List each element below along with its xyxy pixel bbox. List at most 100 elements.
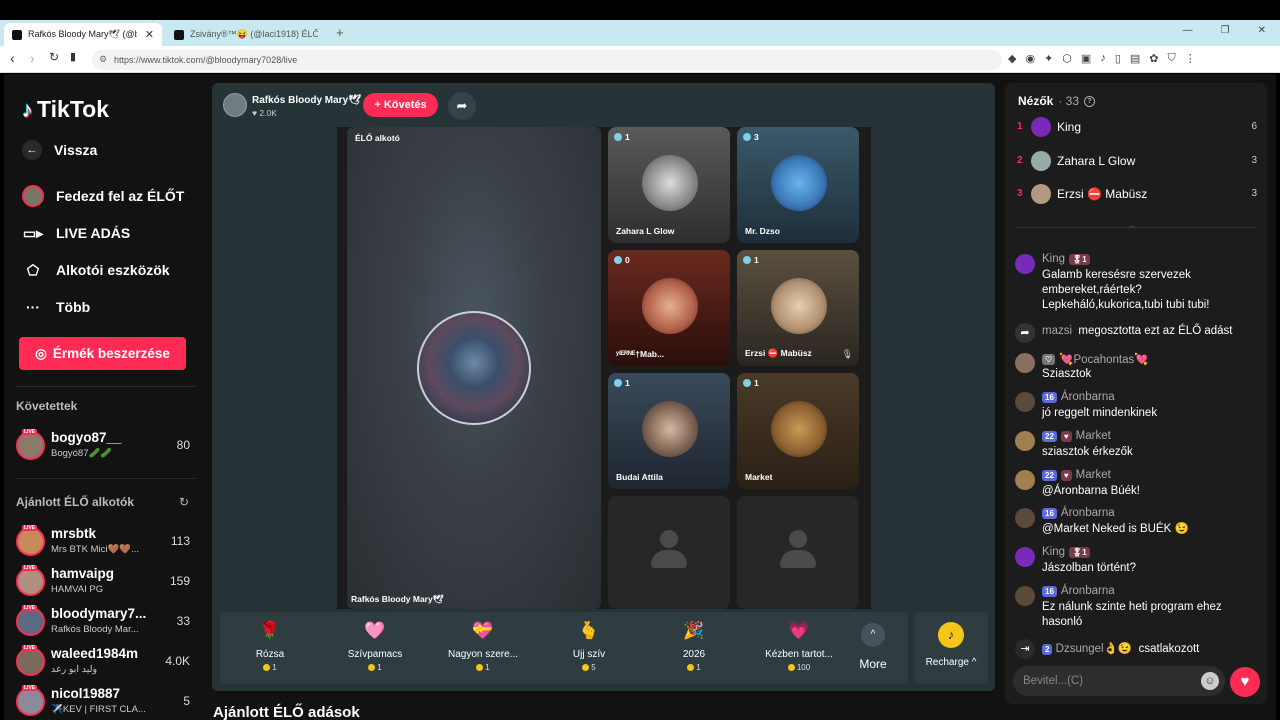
bookmark-icon[interactable]: ▮ — [70, 50, 76, 63]
nav-creator-tools[interactable]: ⬠ Alkotói eszközök — [22, 259, 170, 281]
sidebar-toggle-icon[interactable]: ▯ — [1115, 52, 1121, 65]
chat-username[interactable]: Áronbarna — [1061, 507, 1115, 519]
close-tab-icon[interactable]: ✕ — [145, 28, 154, 41]
browser-tab[interactable]: Zsivány®™😝 (@laci1918) ÉLŐ adás — [166, 23, 326, 46]
gift-price: 1 — [433, 663, 533, 672]
recommended-account[interactable]: LIVE bloodymary7... Rafkós Bloody Mar...… — [16, 605, 196, 639]
back-arrow-icon[interactable]: ‹ — [10, 50, 15, 66]
recharge-button[interactable]: ♪ Recharge ^ — [914, 612, 988, 684]
extension-icon[interactable]: ✦ — [1044, 52, 1053, 65]
chat-input-placeholder: Bevitel...(C) — [1023, 675, 1084, 687]
finger-heart-gift-icon: 🫰 — [578, 621, 600, 640]
avatar[interactable] — [1015, 353, 1035, 373]
recommended-account[interactable]: LIVE mrsbtk Mrs BTK Mici🤎🤎... 113 — [16, 525, 196, 559]
extension-icon[interactable]: ◉ — [1025, 52, 1035, 65]
guest-tile[interactable]: 0 ʸᴵᴱᴿᴺᴱ†Mab... — [608, 250, 730, 366]
guest-tile[interactable]: 1 Budai Attila — [608, 373, 730, 489]
chevron-down-icon[interactable]: ⌄ — [1128, 220, 1136, 231]
top-viewer-row[interactable]: 3 Erzsi ⛔ Mabüsz 3 — [1017, 182, 1257, 208]
gift-item[interactable]: 🎉 2026 1 — [644, 618, 744, 672]
minimize-icon[interactable]: — — [1183, 25, 1193, 36]
gift-item[interactable]: 🫰 Ujj szív 5 — [539, 618, 639, 672]
follow-button[interactable]: + Követés — [363, 93, 438, 117]
viewer-badge: 1 — [743, 378, 759, 388]
avatar[interactable] — [1015, 431, 1035, 451]
guest-tile[interactable]: 1 Erzsi ⛔ Mabüsz 🎙 — [737, 250, 859, 366]
recommended-account[interactable]: LIVE waleed1984m وليد ابو رعد 4.0K — [16, 645, 196, 679]
share-icon[interactable]: ➦ — [448, 92, 476, 120]
new-tab-icon[interactable]: + — [336, 25, 344, 40]
gift-item[interactable]: 🌹 Rózsa 1 — [220, 618, 320, 672]
wallet-icon[interactable]: ▤ — [1130, 52, 1140, 65]
extension-icon[interactable]: ◆ — [1008, 52, 1016, 65]
gift-price: 5 — [539, 663, 639, 672]
chat-username[interactable]: King — [1042, 546, 1065, 558]
guest-tile[interactable]: 1 Market — [737, 373, 859, 489]
address-bar[interactable]: ⚙ https://www.tiktok.com/@bloodymary7028… — [92, 50, 1002, 70]
nav-explore-live[interactable]: Fedezd fel az ÉLŐT — [22, 185, 184, 207]
tiktok-note-icon: ♪ — [22, 96, 33, 122]
chat-username[interactable]: King — [1042, 253, 1065, 265]
emoji-icon[interactable]: ☺ — [1201, 672, 1219, 690]
tab-title: Zsivány®™😝 (@laci1918) ÉLŐ adás — [190, 29, 318, 39]
host-name[interactable]: Rafkós Bloody Mary🕊 — [252, 95, 361, 106]
close-window-icon[interactable]: ✕ — [1258, 25, 1266, 36]
chat-username[interactable]: mazsi — [1042, 325, 1072, 337]
guest-tile[interactable]: 1 Zahara L Glow — [608, 127, 730, 243]
empty-guest-slot[interactable] — [737, 496, 859, 609]
avatar[interactable] — [1015, 470, 1035, 490]
chat-input[interactable]: Bevitel...(C) ☺ — [1013, 666, 1225, 696]
fan-badge: 🎖1 — [1069, 253, 1090, 265]
rank-number: 3 — [1017, 188, 1023, 199]
nav-live[interactable]: ▭▸ LIVE ADÁS — [22, 222, 130, 244]
avatar[interactable] — [1015, 586, 1035, 606]
gift-item[interactable]: 💝 Nagyon szere... 1 — [433, 618, 533, 672]
back-link[interactable]: ← Vissza — [22, 140, 97, 160]
browser-tab-active[interactable]: Rafkós Bloody Mary🕊 (@blo ✕ — [4, 23, 162, 46]
extension-icon[interactable]: ▣ — [1081, 52, 1091, 65]
chat-username[interactable]: 💘Pocahontas💘 — [1059, 352, 1148, 366]
chat-username[interactable]: Áronbarna — [1061, 391, 1115, 403]
guest-tile[interactable]: 3 Mr. Dzso — [737, 127, 859, 243]
reload-icon[interactable]: ↻ — [49, 50, 59, 64]
site-info-icon[interactable]: ⚙ — [99, 54, 107, 65]
host-video[interactable]: ÉLŐ alkotó Rafkós Bloody Mary🕊 — [347, 127, 601, 609]
avatar[interactable] — [1015, 508, 1035, 528]
chat-username[interactable]: Market — [1076, 469, 1111, 481]
extension-icon[interactable]: ♪ — [1100, 52, 1106, 65]
avatar[interactable] — [1015, 547, 1035, 567]
recommended-heading: Ajánlott ÉLŐ alkotók — [16, 495, 135, 509]
chat-username[interactable]: Dzsungel👌😉 — [1056, 643, 1133, 655]
gift-item[interactable]: 💗 Kézben tartot... 100 — [749, 618, 849, 672]
back-label: Vissza — [54, 142, 98, 158]
extension-icon[interactable]: ⬡ — [1062, 52, 1072, 65]
refresh-icon[interactable]: ↻ — [179, 495, 189, 509]
menu-dots-icon[interactable]: ⋮ — [1185, 52, 1196, 65]
recommended-account[interactable]: LIVE nicol19887 ✈️KEV | FIRST CLA... 5 — [16, 685, 196, 719]
forward-arrow-icon[interactable]: › — [30, 50, 35, 66]
restore-icon[interactable]: ❐ — [1221, 25, 1230, 36]
get-coins-button[interactable]: ◎ Érmék beszerzése — [19, 337, 186, 370]
chat-username[interactable]: Market — [1076, 430, 1111, 442]
more-gifts-button[interactable]: ^ More — [853, 623, 893, 671]
avatar[interactable] — [1015, 254, 1035, 274]
top-viewer-row[interactable]: 1 King 6 — [1017, 115, 1257, 141]
chat-username[interactable]: Áronbarna — [1061, 585, 1115, 597]
top-viewer-row[interactable]: 2 Zahara L Glow 3 — [1017, 149, 1257, 175]
empty-guest-slot[interactable] — [608, 496, 730, 609]
tiktok-logo[interactable]: ♪ TikTok — [22, 96, 109, 123]
shield-icon[interactable]: ⛉ — [1168, 52, 1176, 65]
host-avatar[interactable] — [223, 93, 247, 117]
puzzle-icon[interactable]: ✿ — [1149, 52, 1158, 65]
nav-more[interactable]: ··· Több — [22, 296, 90, 318]
help-icon[interactable]: ? — [1084, 95, 1096, 107]
divider — [1015, 227, 1257, 228]
avatar[interactable] — [1015, 392, 1035, 412]
recommended-account[interactable]: LIVE hamvaipg HAMVAI PG 159 — [16, 565, 196, 599]
like-heart-button[interactable]: ♥ — [1230, 667, 1260, 697]
viewer-count: 80 — [176, 438, 190, 452]
gift-item[interactable]: 🩷 Szívpamacs 1 — [325, 618, 425, 672]
gift-name: Kézben tartot... — [765, 649, 833, 660]
following-account[interactable]: LIVE bogyo87__ Bogyó87🥒🥒 80 — [16, 429, 196, 463]
guest-avatar — [771, 278, 827, 334]
